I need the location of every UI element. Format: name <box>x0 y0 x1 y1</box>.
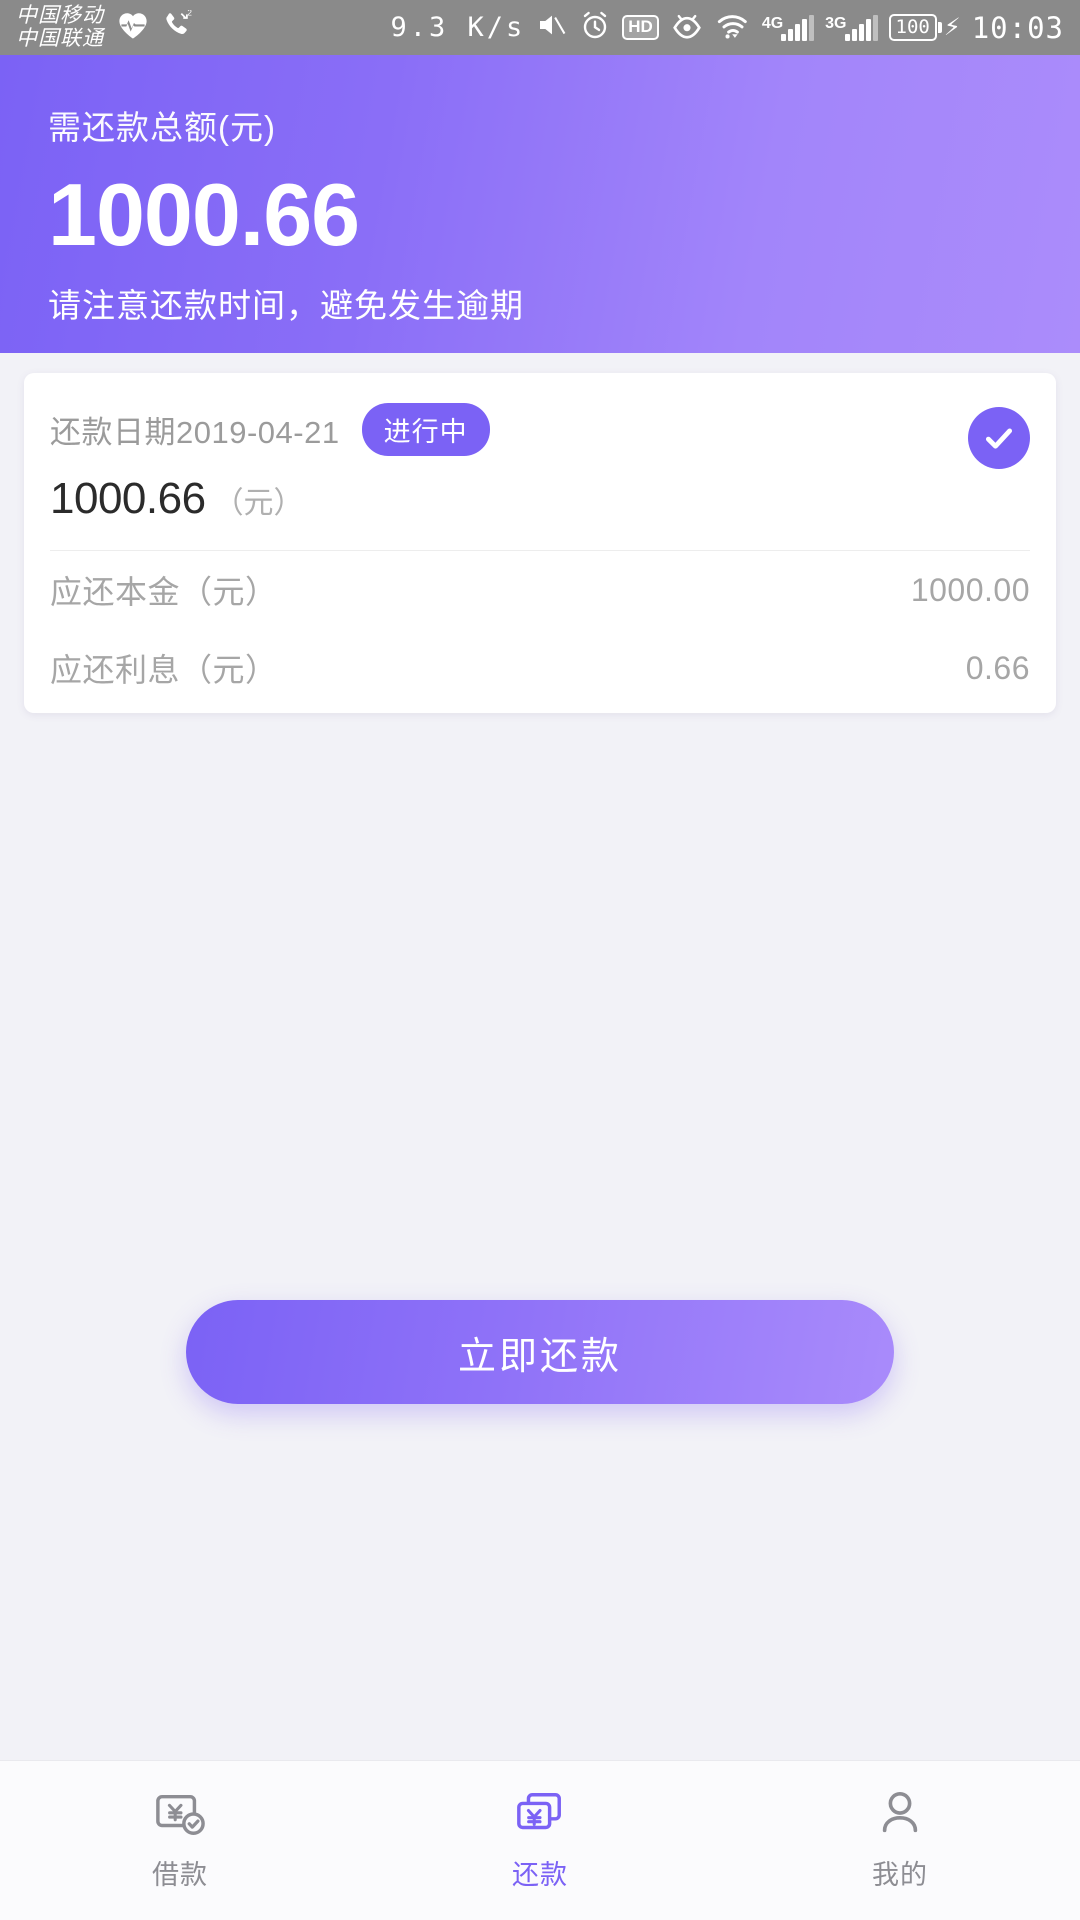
principal-label: 应还本金（元） <box>50 574 278 610</box>
borrow-money-icon <box>153 1789 207 1839</box>
status-right-group: 9.3 K/s HD 4G 3G 100 ⚡ 10:03 <box>390 10 1064 45</box>
table-row: 应还利息（元） 0.66 <box>50 629 1030 713</box>
tab-borrow[interactable]: 借款 <box>0 1761 360 1920</box>
status-badge: 进行中 <box>361 403 490 456</box>
repayment-date-label: 还款日期2019-04-21 <box>50 415 340 450</box>
hd-icon: HD <box>622 15 659 40</box>
alarm-icon <box>579 10 611 45</box>
repayment-card-container: 还款日期2019-04-21 进行中 1000.66 （元） 应还本金（元） 1… <box>0 353 1080 713</box>
status-bar: 中国移动 中国联通 2 9.3 K/s HD 4G 3G 100 ⚡ 10:03 <box>0 0 1080 55</box>
total-due-amount: 1000.66 <box>48 165 360 264</box>
battery-level: 100 <box>888 13 937 42</box>
eye-icon <box>670 10 704 45</box>
signal-3g-icon: 3G <box>825 14 878 41</box>
mute-icon <box>536 10 568 45</box>
missed-call-icon: 2 <box>160 9 194 45</box>
carrier-primary: 中国移动 <box>16 4 104 28</box>
cta-container: 立即还款 <box>0 1300 1080 1404</box>
header-panel: 需还款总额(元) 1000.66 请注意还款时间，避免发生逾期 <box>0 55 1080 353</box>
interest-value: 0.66 <box>965 649 1030 686</box>
repayment-date-row: 还款日期2019-04-21 进行中 <box>50 403 968 456</box>
battery-icon: 100 ⚡ <box>888 13 961 42</box>
tab-label-repay: 还款 <box>512 1860 568 1890</box>
app-screen: 中国移动 中国联通 2 9.3 K/s HD 4G 3G 100 ⚡ 10:03… <box>0 0 1080 1920</box>
tab-repay[interactable]: 还款 <box>360 1761 720 1920</box>
tab-label-borrow: 借款 <box>152 1860 208 1890</box>
principal-value: 1000.00 <box>910 571 1030 608</box>
tab-label-profile: 我的 <box>872 1860 928 1890</box>
repayment-card[interactable]: 还款日期2019-04-21 进行中 1000.66 （元） 应还本金（元） 1… <box>24 373 1056 713</box>
user-profile-icon <box>873 1789 927 1839</box>
bottom-tab-bar: 借款 还款 我的 <box>0 1760 1080 1920</box>
table-row: 应还本金（元） 1000.00 <box>50 551 1030 629</box>
repayment-amount-unit: （元） <box>213 487 304 520</box>
repayment-amount: 1000.66 <box>50 474 206 523</box>
battery-cap <box>937 22 942 33</box>
interest-label: 应还利息（元） <box>50 652 278 688</box>
status-left-icons: 2 <box>116 9 194 45</box>
wifi-icon <box>715 10 751 45</box>
svg-text:2: 2 <box>187 10 192 18</box>
repay-money-icon <box>513 1789 567 1839</box>
total-due-label: 需还款总额(元) <box>48 109 276 146</box>
selected-check-icon[interactable] <box>968 407 1030 469</box>
repayment-card-header: 还款日期2019-04-21 进行中 1000.66 （元） <box>50 373 1030 550</box>
network-speed: 9.3 K/s <box>390 12 526 43</box>
repay-now-button[interactable]: 立即还款 <box>186 1300 894 1404</box>
charging-bolt-icon: ⚡ <box>943 14 961 41</box>
repayment-amount-row: 1000.66 （元） <box>50 474 968 550</box>
status-clock: 10:03 <box>971 10 1064 45</box>
heartbeat-icon <box>116 10 150 45</box>
repayment-warning-note: 请注意还款时间，避免发生逾期 <box>48 287 524 324</box>
carrier-secondary: 中国联通 <box>16 26 104 50</box>
signal-4g-icon: 4G <box>762 14 815 41</box>
carrier-names: 中国移动 中国联通 <box>16 5 104 49</box>
tab-profile[interactable]: 我的 <box>720 1761 1080 1920</box>
